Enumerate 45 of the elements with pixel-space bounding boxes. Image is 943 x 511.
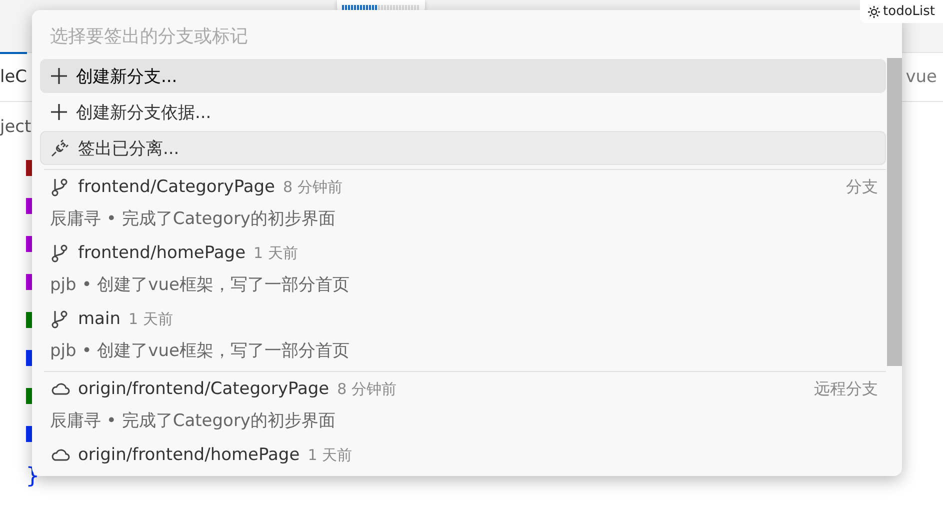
group-label: 分支 bbox=[846, 176, 878, 198]
group-label: 远程分支 bbox=[814, 378, 878, 400]
code-fragment bbox=[26, 426, 32, 442]
commit-time: 8 分钟前 bbox=[337, 380, 396, 398]
code-fragment bbox=[26, 236, 32, 252]
commit-time: 1 天前 bbox=[128, 310, 173, 328]
sun-icon bbox=[868, 6, 880, 18]
action-item[interactable]: 签出已分离... bbox=[40, 131, 886, 165]
branch-icon bbox=[50, 309, 70, 329]
branch-name: main bbox=[78, 309, 120, 329]
code-fragment bbox=[26, 312, 32, 328]
code-fragment bbox=[26, 198, 32, 214]
code-fragment bbox=[26, 388, 32, 404]
commit-time: 1 天前 bbox=[308, 446, 352, 464]
code-fragment bbox=[26, 350, 32, 366]
branch-item[interactable]: origin/frontend/homePage 1 天前 bbox=[40, 438, 886, 472]
branch-item[interactable]: origin/frontend/CategoryPage 8 分钟前 远程分支 辰庸寻 • 完成了Category的初步界面 bbox=[40, 372, 886, 438]
branch-name: origin/frontend/homePage bbox=[78, 445, 300, 465]
action-item[interactable]: 创建新分支依据... bbox=[40, 95, 886, 129]
branch-item[interactable]: main 1 天前 pjb • 创建了vue框架，写了一部分首页 bbox=[40, 302, 886, 368]
commit-time: 1 天前 bbox=[254, 244, 298, 262]
editor-tab[interactable]: vue bbox=[906, 67, 943, 87]
code-fragment bbox=[26, 274, 32, 290]
workspace-title[interactable]: todoList bbox=[860, 0, 943, 23]
branch-name: origin/frontend/CategoryPage bbox=[78, 379, 330, 399]
branch-name: frontend/homePage bbox=[78, 243, 246, 263]
branch-item[interactable]: frontend/homePage 1 天前 pjb • 创建了vue框架，写了一部分首页 bbox=[40, 236, 886, 302]
commit-time: 8 分钟前 bbox=[283, 178, 342, 196]
branch-icon bbox=[50, 177, 70, 197]
action-item[interactable]: 创建新分支... bbox=[40, 59, 886, 93]
commit-detail: pjb • 创建了vue框架，写了一部分首页 bbox=[50, 274, 350, 297]
branch-item[interactable]: frontend/CategoryPage 8 分钟前 分支 辰庸寻 • 完成了Category的初步界面 bbox=[40, 170, 886, 236]
plug-icon bbox=[50, 138, 70, 158]
breadcrumb[interactable]: ject bbox=[0, 117, 32, 137]
code-fragment bbox=[26, 160, 32, 176]
branch-icon bbox=[50, 243, 70, 263]
editor-tab[interactable]: leC bbox=[0, 52, 28, 100]
commit-detail: 辰庸寻 • 完成了Category的初步界面 bbox=[50, 410, 336, 433]
commit-detail: 辰庸寻 • 完成了Category的初步界面 bbox=[50, 208, 336, 231]
plus-icon bbox=[50, 103, 68, 121]
branch-name: frontend/CategoryPage bbox=[78, 177, 276, 197]
plus-icon bbox=[50, 67, 68, 85]
search-field[interactable]: 选择要签出的分支或标记 bbox=[44, 20, 890, 52]
scrollbar[interactable] bbox=[887, 58, 902, 366]
commit-detail: pjb • 创建了vue框架，写了一部分首页 bbox=[50, 340, 350, 363]
